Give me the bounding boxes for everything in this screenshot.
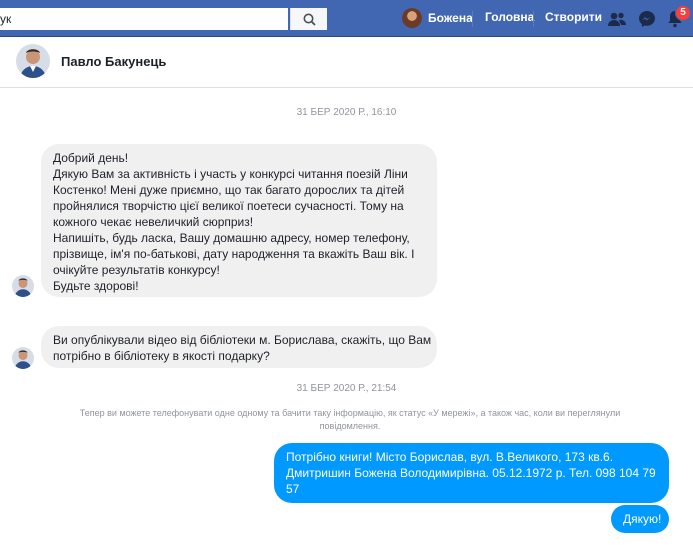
message-line: 57 <box>286 482 300 496</box>
message-line: кожного чекає невеличкий сюрприз! <box>53 215 254 229</box>
incoming-message[interactable]: Ви опублікували відео від бібліотеки м. … <box>41 326 437 368</box>
message-line: Напишіть, будь ласка, Вашу домашню адрес… <box>53 231 410 245</box>
messenger-icon <box>639 11 655 27</box>
outgoing-message[interactable]: Потрібно книги! Місто Борислав, вул. В.В… <box>274 443 669 503</box>
avatar[interactable] <box>12 347 34 369</box>
contact-photo <box>12 347 34 369</box>
incoming-message[interactable]: Добрий день! Дякую Вам за активність і у… <box>41 144 437 297</box>
message-line: Потрібно книги! Місто Борислав, вул. В.В… <box>286 450 614 464</box>
avatar[interactable] <box>12 275 34 297</box>
divider <box>533 11 534 27</box>
message-line: Дякую Вам за активність і участь у конку… <box>53 167 408 181</box>
search-box[interactable] <box>0 8 288 30</box>
message-line: Будьте здорові! <box>53 279 139 293</box>
search-button[interactable] <box>290 8 327 30</box>
message-line: очікуйте результатів конкурсу! <box>53 263 220 277</box>
search-icon <box>303 13 316 26</box>
conversation-header: Павло Бакунець <box>0 37 693 88</box>
avatar[interactable] <box>16 44 50 78</box>
top-navigation-bar: Божена Головна Створити 5 <box>0 0 693 37</box>
profile-link[interactable]: Божена <box>402 8 473 28</box>
message-text: Дякую! <box>623 512 662 526</box>
notice-line: повідомлення. <box>319 421 381 431</box>
message-line: Костенко! Мені дуже приємно, що так бага… <box>53 183 405 197</box>
messenger-button[interactable] <box>637 9 657 29</box>
timestamp: 31 БЕР 2020 Р., 21:54 <box>296 383 397 394</box>
message-line: Ви опублікували відео від бібліотеки м. … <box>53 333 432 347</box>
notice-line: Тепер ви можете телефонувати одне одному… <box>79 408 621 418</box>
contact-photo <box>16 44 50 78</box>
message-line: Добрий день! <box>53 151 129 165</box>
profile-name: Божена <box>428 11 473 25</box>
message-line: Дмитришин Божена Володимирівна. 05.12.19… <box>286 466 656 480</box>
message-line: пройнялися творчістю цієї великої поетес… <box>53 199 404 213</box>
divider <box>472 11 473 27</box>
friend-requests-button[interactable] <box>607 9 627 29</box>
home-link[interactable]: Головна <box>485 10 534 24</box>
notification-badge: 5 <box>675 5 691 21</box>
message-line: прізвище, ім'я по-батькові, дату народже… <box>53 247 415 261</box>
contact-name[interactable]: Павло Бакунець <box>61 54 166 69</box>
search-input[interactable] <box>0 8 280 30</box>
message-line: потрібно в бібліотеку в якості подарку? <box>53 349 270 363</box>
friends-icon <box>608 12 626 26</box>
calling-notice: Тепер ви можете телефонувати одне одному… <box>40 407 660 433</box>
create-link[interactable]: Створити <box>545 10 602 24</box>
avatar <box>402 8 422 28</box>
contact-photo <box>12 275 34 297</box>
outgoing-message[interactable]: Дякую! <box>611 505 669 533</box>
timestamp: 31 БЕР 2020 Р., 16:10 <box>296 107 397 118</box>
